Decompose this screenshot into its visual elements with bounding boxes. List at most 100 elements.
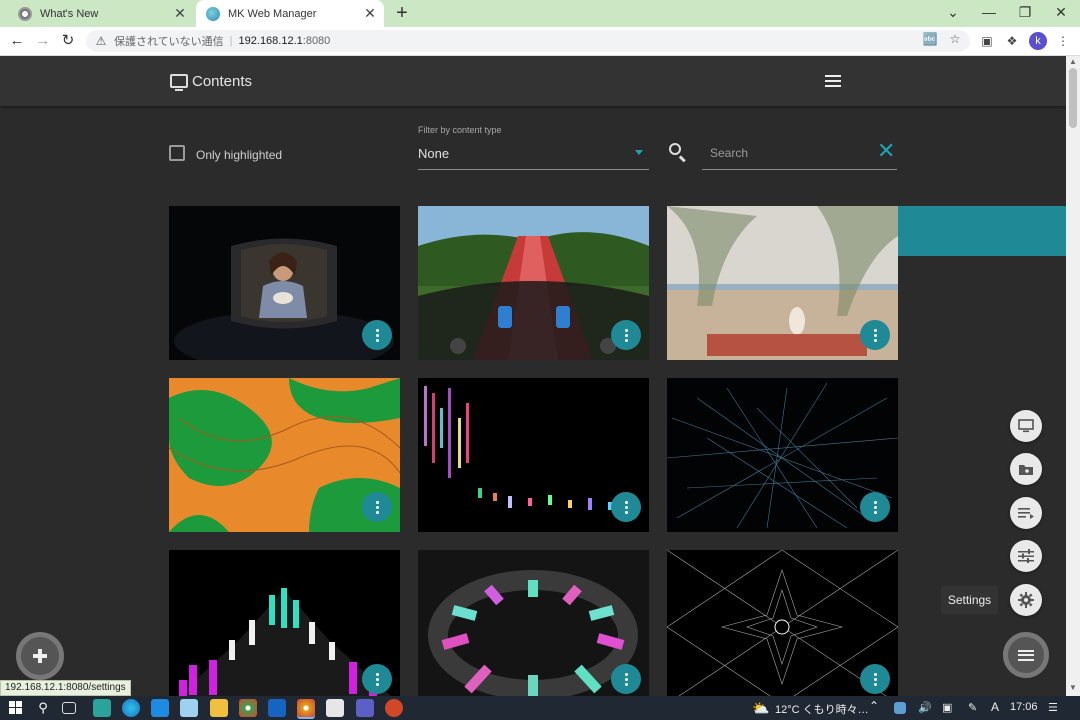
folder-star-icon (1019, 465, 1033, 475)
url-port: :8080 (302, 35, 331, 47)
page-scrollbar[interactable]: ▲ ▼ (1066, 56, 1080, 696)
scroll-up-icon[interactable]: ▲ (1068, 58, 1078, 66)
more-options-button[interactable] (362, 320, 392, 350)
chrome-active-icon[interactable] (297, 699, 315, 717)
page-title-text: Contents (192, 72, 253, 90)
playlist-icon (1018, 508, 1034, 519)
content-card[interactable] (667, 550, 898, 696)
tray-app-icon[interactable] (894, 702, 906, 714)
search-icon[interactable]: ⚲ (34, 699, 52, 717)
dropdown-arrow-icon (635, 150, 643, 155)
content-card[interactable] (169, 378, 400, 532)
gear-icon (1018, 592, 1034, 608)
content-card[interactable] (418, 378, 649, 532)
content-card[interactable] (169, 550, 400, 696)
store-icon[interactable] (151, 699, 169, 717)
tab-whats-new[interactable]: What's New ✕ (8, 0, 194, 27)
warning-icon[interactable]: ⚠ (94, 34, 108, 48)
file-explorer-icon[interactable] (210, 699, 228, 717)
windows-start-icon[interactable] (7, 699, 25, 717)
gamepad-icon (33, 649, 47, 663)
translate-icon[interactable]: 🔤 (921, 30, 939, 48)
settings-action-button[interactable] (1010, 584, 1042, 616)
gamepad-button[interactable] (16, 632, 64, 680)
extensions-puzzle-icon[interactable]: ❖ (1003, 32, 1021, 50)
content-card[interactable] (418, 550, 649, 696)
battery-icon[interactable]: ▣ (942, 701, 952, 714)
close-window-button[interactable]: ✕ (1044, 0, 1078, 27)
more-vert-icon[interactable]: ⋮ (1054, 32, 1072, 50)
content-card[interactable] (169, 206, 400, 360)
maximize-button[interactable]: ❐ (1008, 0, 1042, 27)
more-options-button[interactable] (362, 492, 392, 522)
more-options-button[interactable] (362, 664, 392, 694)
url-host: 192.168.12.1 (238, 35, 303, 47)
monitor-icon (170, 74, 188, 91)
app-icon-teal[interactable] (93, 699, 111, 717)
clock[interactable]: 17:06 (1010, 701, 1038, 713)
clear-search-icon[interactable]: ✕ (877, 140, 895, 162)
monitor-action-button[interactable] (1010, 410, 1042, 442)
powerpoint-icon[interactable] (385, 699, 403, 717)
content-card[interactable] (667, 378, 898, 532)
notification-icon[interactable]: ☰ (1048, 701, 1058, 714)
edge-icon[interactable] (122, 699, 140, 717)
more-options-button[interactable] (860, 320, 890, 350)
browser-toolbar: ← → ↻ ⚠ 保護されていない通信 | 192.168.12.1 :8080 … (0, 27, 1080, 56)
content-type-label: Filter by content type (418, 125, 502, 135)
chrome-icon[interactable] (239, 699, 257, 717)
more-options-button[interactable] (860, 492, 890, 522)
content-card[interactable] (418, 206, 649, 360)
web-app: Contents Only highlighted Filter by cont… (0, 56, 1066, 696)
link-status-url: 192.168.12.1:8080/settings (0, 680, 131, 696)
only-highlighted-checkbox[interactable] (169, 145, 185, 161)
speed-dial-menu-button[interactable] (1003, 632, 1049, 678)
search-input[interactable] (710, 144, 870, 162)
close-tab-icon[interactable]: ✕ (172, 5, 188, 22)
close-tab-icon[interactable]: ✕ (362, 5, 378, 22)
more-options-button[interactable] (611, 320, 641, 350)
settings-tooltip: Settings (941, 586, 998, 614)
weather-text[interactable]: 12°C くもり時々… (775, 701, 869, 717)
content-type-select[interactable]: Filter by content type None (418, 124, 649, 170)
ime-indicator[interactable]: A (991, 700, 999, 714)
outlook-icon[interactable] (268, 699, 286, 717)
tab-search-button[interactable]: ⌄ (936, 0, 970, 27)
folder-action-button[interactable] (1010, 453, 1042, 485)
teams-icon[interactable] (356, 699, 374, 717)
more-options-button[interactable] (611, 664, 641, 694)
address-separator: | (229, 35, 233, 47)
profile-avatar[interactable]: k (1029, 32, 1047, 50)
bookmark-star-icon[interactable]: ☆ (946, 30, 964, 48)
pen-icon[interactable]: ✎ (968, 701, 977, 714)
chrome-icon (18, 6, 32, 21)
tab-label: MK Web Manager (228, 7, 317, 20)
list-view-button[interactable] (812, 56, 854, 106)
scrollbar-thumb[interactable] (1069, 68, 1077, 128)
app-icon-white[interactable] (326, 699, 344, 717)
content-type-value: None (418, 146, 450, 161)
tab-mk-web-manager[interactable]: MK Web Manager ✕ (196, 0, 384, 27)
task-view-icon[interactable] (62, 702, 76, 714)
more-options-button[interactable] (860, 664, 890, 694)
forward-arrow-icon[interactable]: → (32, 30, 54, 52)
reload-icon[interactable]: ↻ (57, 30, 79, 52)
filter-bar: Only highlighted Filter by content type … (0, 106, 1066, 196)
volume-icon[interactable]: 🔊 (918, 701, 932, 714)
content-card[interactable] (667, 206, 898, 360)
only-highlighted-label: Only highlighted (196, 148, 283, 162)
scroll-down-icon[interactable]: ▼ (1068, 684, 1078, 692)
adjust-action-button[interactable] (1010, 540, 1042, 572)
menu-icon (1018, 649, 1034, 661)
minimize-button[interactable]: — (972, 0, 1006, 27)
weather-icon[interactable]: ⛅ (752, 699, 770, 717)
back-arrow-icon[interactable]: ← (6, 30, 28, 52)
tab-label: What's New (40, 7, 99, 20)
cast-icon[interactable]: ▣ (978, 32, 996, 50)
tray-chevron-icon[interactable]: ⌃ (869, 699, 879, 713)
more-options-button[interactable] (611, 492, 641, 522)
address-bar[interactable]: ⚠ 保護されていない通信 | 192.168.12.1 :8080 (86, 30, 970, 52)
app-icon-light[interactable] (180, 699, 198, 717)
new-tab-button[interactable]: + (392, 2, 412, 25)
playlist-action-button[interactable] (1010, 497, 1042, 529)
